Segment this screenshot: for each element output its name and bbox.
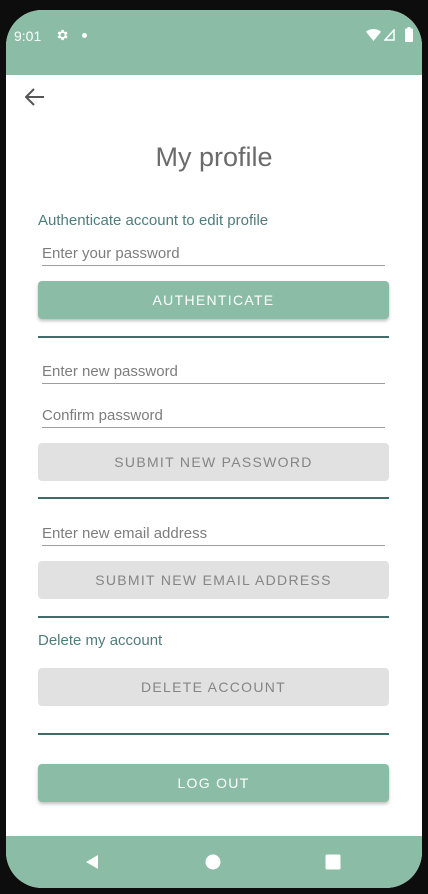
logout-button[interactable]: LOG OUT bbox=[38, 764, 389, 802]
authenticate-label: Authenticate account to edit profile bbox=[38, 212, 269, 229]
submit-new-password-button-label: SUBMIT NEW PASSWORD bbox=[114, 454, 313, 470]
page-title: My profile bbox=[155, 142, 273, 172]
delete-account-button-label: DELETE ACCOUNT bbox=[141, 679, 286, 695]
nav-back-button[interactable] bbox=[82, 852, 102, 872]
new-password-field[interactable] bbox=[42, 359, 385, 384]
phone-screen: 9:01 My profile Authenticate account to … bbox=[6, 10, 422, 888]
authenticate-button[interactable]: AUTHENTICATE bbox=[38, 281, 389, 319]
submit-new-email-button-label: SUBMIT NEW EMAIL ADDRESS bbox=[95, 572, 332, 588]
delete-account-button[interactable]: DELETE ACCOUNT bbox=[38, 668, 389, 706]
submit-new-password-button[interactable]: SUBMIT NEW PASSWORD bbox=[38, 443, 389, 481]
section-divider bbox=[38, 497, 389, 499]
notification-dot-icon bbox=[82, 33, 87, 38]
navigation-bar bbox=[6, 836, 422, 888]
authenticate-button-label: AUTHENTICATE bbox=[152, 292, 275, 308]
confirm-password-field[interactable] bbox=[42, 403, 385, 428]
status-bar: 9:01 bbox=[6, 10, 422, 75]
nav-back-icon bbox=[86, 855, 98, 869]
nav-home-button[interactable] bbox=[203, 852, 223, 872]
back-button[interactable] bbox=[22, 84, 48, 110]
submit-new-email-button[interactable]: SUBMIT NEW EMAIL ADDRESS bbox=[38, 561, 389, 599]
logout-button-label: LOG OUT bbox=[177, 775, 250, 791]
battery-icon bbox=[405, 27, 413, 42]
nav-home-icon bbox=[205, 854, 221, 870]
section-divider bbox=[38, 616, 389, 618]
section-divider bbox=[38, 733, 389, 735]
section-divider bbox=[38, 336, 389, 338]
new-email-field[interactable] bbox=[42, 521, 385, 546]
signal-icon bbox=[384, 29, 395, 41]
current-password-field[interactable] bbox=[42, 241, 385, 266]
nav-recents-icon bbox=[325, 854, 341, 870]
status-time: 9:01 bbox=[14, 28, 42, 44]
wifi-icon bbox=[366, 29, 381, 41]
arrow-back-icon bbox=[25, 88, 44, 106]
delete-account-label: Delete my account bbox=[38, 632, 163, 649]
nav-recents-button[interactable] bbox=[323, 852, 343, 872]
settings-icon bbox=[57, 29, 68, 41]
